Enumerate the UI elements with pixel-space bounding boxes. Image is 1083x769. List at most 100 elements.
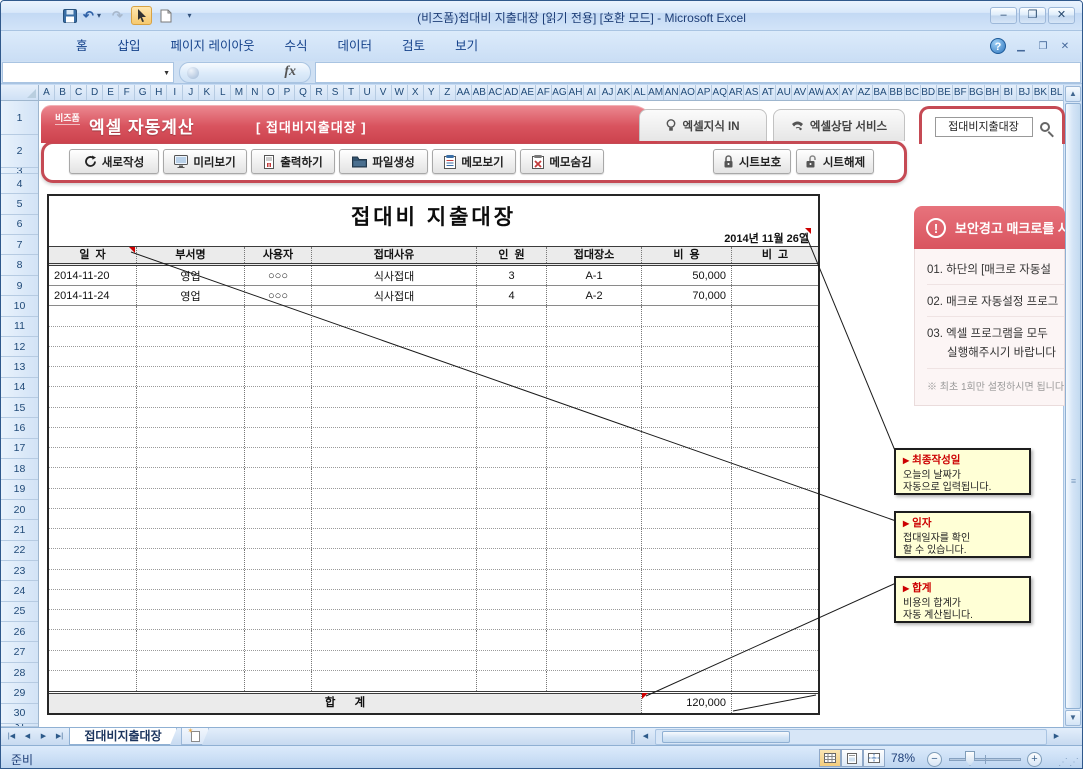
table-cell[interactable] xyxy=(476,671,546,691)
row-header-20[interactable]: 20 xyxy=(1,500,38,520)
column-header-BE[interactable]: BE xyxy=(937,85,953,101)
table-cell[interactable] xyxy=(546,408,641,427)
table-cell[interactable] xyxy=(476,347,546,366)
ribbon-tab-4[interactable]: 데이터 xyxy=(323,31,388,61)
table-cell[interactable]: 2014-11-20 xyxy=(49,266,136,285)
table-cell[interactable] xyxy=(546,306,641,325)
table-cell[interactable] xyxy=(546,671,641,691)
table-cell[interactable] xyxy=(731,448,818,467)
new-document-button[interactable] xyxy=(155,6,176,25)
column-header-AS[interactable]: AS xyxy=(744,85,760,101)
table-cell[interactable] xyxy=(641,549,731,568)
table-cell[interactable] xyxy=(244,570,311,589)
table-cell[interactable]: 70,000 xyxy=(641,286,731,305)
table-cell[interactable] xyxy=(49,347,136,366)
row-header-14[interactable]: 14 xyxy=(1,378,38,398)
page-break-view-button[interactable] xyxy=(863,749,885,767)
table-cell[interactable] xyxy=(731,347,818,366)
table-cell[interactable] xyxy=(244,387,311,406)
column-header-AB[interactable]: AB xyxy=(472,85,488,101)
table-cell[interactable] xyxy=(49,387,136,406)
table-cell[interactable] xyxy=(731,509,818,528)
table-cell[interactable] xyxy=(546,590,641,609)
row-header-23[interactable]: 23 xyxy=(1,561,38,581)
column-header-D[interactable]: D xyxy=(87,85,103,101)
table-cell[interactable] xyxy=(49,448,136,467)
total-value-cell[interactable]: 120,000 xyxy=(641,694,731,713)
column-header-T[interactable]: T xyxy=(344,85,360,101)
table-cell[interactable] xyxy=(311,570,476,589)
table-cell[interactable]: 2014-11-24 xyxy=(49,286,136,305)
row-header-27[interactable]: 27 xyxy=(1,643,38,663)
scroll-up-button[interactable]: ▲ xyxy=(1065,86,1081,102)
table-cell[interactable]: 영업 xyxy=(136,286,244,305)
column-header-BC[interactable]: BC xyxy=(905,85,921,101)
table-cell[interactable] xyxy=(311,468,476,487)
column-header-AH[interactable]: AH xyxy=(568,85,584,101)
table-cell[interactable] xyxy=(311,306,476,325)
table-cell[interactable] xyxy=(136,387,244,406)
table-cell[interactable]: 식사접대 xyxy=(311,286,476,305)
table-cell[interactable] xyxy=(49,549,136,568)
normal-view-button[interactable] xyxy=(819,749,841,767)
comment-marker-total[interactable] xyxy=(642,693,648,699)
table-cell[interactable] xyxy=(731,306,818,325)
table-cell[interactable] xyxy=(476,549,546,568)
table-cell[interactable] xyxy=(731,367,818,386)
table-cell[interactable] xyxy=(476,306,546,325)
column-header-A[interactable]: A xyxy=(39,85,55,101)
row-header-28[interactable]: 28 xyxy=(1,663,38,683)
column-header-AA[interactable]: AA xyxy=(456,85,472,101)
total-remark-cell[interactable] xyxy=(731,694,818,713)
column-header-AO[interactable]: AO xyxy=(680,85,696,101)
table-cell[interactable] xyxy=(476,651,546,670)
table-cell[interactable] xyxy=(731,387,818,406)
name-box[interactable]: ▼ xyxy=(2,62,174,83)
column-header-N[interactable]: N xyxy=(247,85,263,101)
table-cell[interactable] xyxy=(731,651,818,670)
row-header-2[interactable]: 2 xyxy=(1,135,38,168)
column-header-B[interactable]: B xyxy=(55,85,71,101)
row-header-9[interactable]: 9 xyxy=(1,276,38,296)
table-cell[interactable] xyxy=(311,387,476,406)
column-header-AN[interactable]: AN xyxy=(664,85,680,101)
column-header-BK[interactable]: BK xyxy=(1033,85,1049,101)
row-header-15[interactable]: 15 xyxy=(1,398,38,418)
row-header-4[interactable]: 4 xyxy=(1,174,38,194)
table-cell[interactable] xyxy=(546,549,641,568)
table-cell[interactable] xyxy=(49,671,136,691)
table-cell[interactable] xyxy=(546,570,641,589)
table-cell[interactable] xyxy=(641,651,731,670)
zoom-in-button[interactable]: + xyxy=(1027,752,1042,767)
chevron-down-icon[interactable]: ▼ xyxy=(163,70,170,77)
column-header-BI[interactable]: BI xyxy=(1001,85,1017,101)
select-pointer-button[interactable] xyxy=(131,6,152,25)
last-sheet-button[interactable]: ▶| xyxy=(52,730,67,744)
maximize-button[interactable]: ❐ xyxy=(1019,7,1046,24)
column-header-BD[interactable]: BD xyxy=(921,85,937,101)
table-cell[interactable] xyxy=(546,367,641,386)
table-cell[interactable] xyxy=(136,630,244,649)
hscroll-left-button[interactable]: ◀ xyxy=(638,730,653,744)
table-cell[interactable] xyxy=(311,428,476,447)
preview-button[interactable]: 미리보기 xyxy=(163,149,247,174)
column-header-BJ[interactable]: BJ xyxy=(1017,85,1033,101)
comment-marker-ilja[interactable] xyxy=(129,247,135,253)
column-header-AF[interactable]: AF xyxy=(536,85,552,101)
table-cell[interactable]: 영업 xyxy=(136,266,244,285)
table-cell[interactable] xyxy=(641,468,731,487)
zoom-slider-thumb[interactable] xyxy=(965,751,975,766)
ribbon-tab-1[interactable]: 삽입 xyxy=(103,31,156,61)
column-header-AJ[interactable]: AJ xyxy=(600,85,616,101)
table-cell[interactable] xyxy=(49,509,136,528)
row-header-22[interactable]: 22 xyxy=(1,541,38,561)
tab-split-handle[interactable] xyxy=(631,730,635,744)
table-cell[interactable] xyxy=(49,610,136,629)
column-header-I[interactable]: I xyxy=(167,85,183,101)
column-header-H[interactable]: H xyxy=(151,85,167,101)
row-header-16[interactable]: 16 xyxy=(1,418,38,438)
column-header-AP[interactable]: AP xyxy=(696,85,712,101)
hscroll-right-button[interactable]: ▶ xyxy=(1049,730,1064,744)
table-header-cell[interactable]: 접대사유 xyxy=(311,247,476,263)
table-cell[interactable] xyxy=(476,327,546,346)
